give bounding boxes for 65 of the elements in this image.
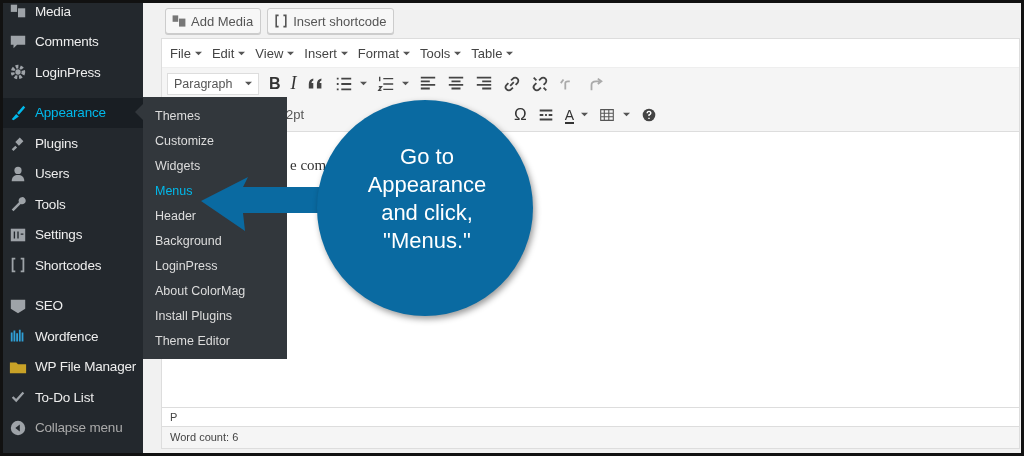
- bold-button[interactable]: B: [269, 72, 281, 95]
- sidebar-item[interactable]: SEO: [3, 290, 143, 321]
- caret-icon: [245, 80, 252, 87]
- menu-item[interactable]: Insert: [304, 45, 348, 61]
- caret-icon: [454, 49, 462, 57]
- menu-item[interactable]: File: [170, 45, 202, 61]
- italic-button[interactable]: I: [290, 72, 297, 95]
- submenu-item[interactable]: LoginPress: [143, 254, 218, 279]
- caret-icon: [403, 49, 410, 57]
- caret-icon: [287, 49, 295, 57]
- format-select[interactable]: Paragraph: [167, 72, 259, 95]
- caret-icon[interactable]: [401, 80, 409, 87]
- submenu-item[interactable]: Menus: [143, 179, 193, 204]
- paintbrush-icon: [9, 103, 27, 122]
- caret-icon: [238, 49, 246, 57]
- submenu-item[interactable]: Install Plugins: [143, 304, 233, 329]
- menu-item[interactable]: Edit: [211, 45, 246, 61]
- submenu-item[interactable]: Header: [143, 204, 196, 229]
- menu-item[interactable]: View: [255, 45, 295, 61]
- submenu-item[interactable]: About ColorMag: [143, 279, 246, 304]
- media-icon: [171, 13, 187, 29]
- sidebar-item[interactable]: To-Do List: [3, 382, 143, 413]
- add-media-button[interactable]: Add Media: [165, 8, 262, 34]
- menu-item[interactable]: Table: [471, 45, 514, 61]
- caret-icon: [506, 49, 514, 57]
- font-size-value[interactable]: 2pt: [286, 107, 305, 122]
- numbered-list-icon[interactable]: [376, 74, 395, 93]
- link-icon[interactable]: [502, 74, 521, 93]
- submenu-item[interactable]: Background: [143, 229, 222, 254]
- sidebar-item[interactable]: Media: [3, 3, 143, 27]
- sidebar-item[interactable]: Collapse menu: [3, 412, 143, 443]
- submenu-item[interactable]: Customize: [143, 129, 215, 154]
- caret-icon[interactable]: [359, 80, 367, 87]
- caret-icon: [340, 49, 348, 57]
- sidebar-item[interactable]: Users: [3, 158, 143, 189]
- word-count: Word count: 6: [170, 431, 239, 443]
- brackets-icon: [9, 256, 27, 275]
- insert-shortcode-button[interactable]: Insert shortcode: [267, 8, 395, 34]
- menu-item[interactable]: Tools: [420, 45, 462, 61]
- text-color-button[interactable]: A: [564, 105, 575, 124]
- caret-icon[interactable]: [623, 111, 631, 118]
- sidebar-item[interactable]: Appearance: [3, 97, 143, 128]
- gear-icon: [9, 63, 27, 82]
- sidebar-item[interactable]: Comments: [3, 26, 143, 57]
- sidebar-item[interactable]: WP File Manager: [3, 351, 143, 382]
- unlink-icon[interactable]: [530, 74, 549, 93]
- submenu-item[interactable]: Theme Editor: [143, 329, 231, 354]
- sidebar-item[interactable]: Tools: [3, 189, 143, 220]
- brackets-icon: [273, 13, 290, 29]
- menu-item[interactable]: Format: [357, 45, 410, 61]
- submenu-item[interactable]: Widgets: [143, 154, 201, 179]
- editor-text: e com: [290, 157, 327, 174]
- sidebar-item[interactable]: LoginPress: [3, 57, 143, 88]
- sidebar-item[interactable]: Settings: [3, 219, 143, 250]
- person-icon: [9, 164, 27, 183]
- collapse-icon: [9, 418, 27, 437]
- sidebar-item[interactable]: Wordfence: [3, 321, 143, 352]
- element-path: P: [170, 411, 178, 423]
- submenu-item[interactable]: Themes: [143, 104, 201, 129]
- caret-icon: [194, 49, 202, 57]
- callout-text: Go to Appearance and click, "Menus.": [366, 143, 488, 255]
- caret-icon[interactable]: [581, 111, 589, 118]
- sidebar-item[interactable]: Shortcodes: [3, 250, 143, 281]
- sidebar-item[interactable]: Plugins: [3, 128, 143, 159]
- special-character-button[interactable]: Ω: [514, 103, 527, 126]
